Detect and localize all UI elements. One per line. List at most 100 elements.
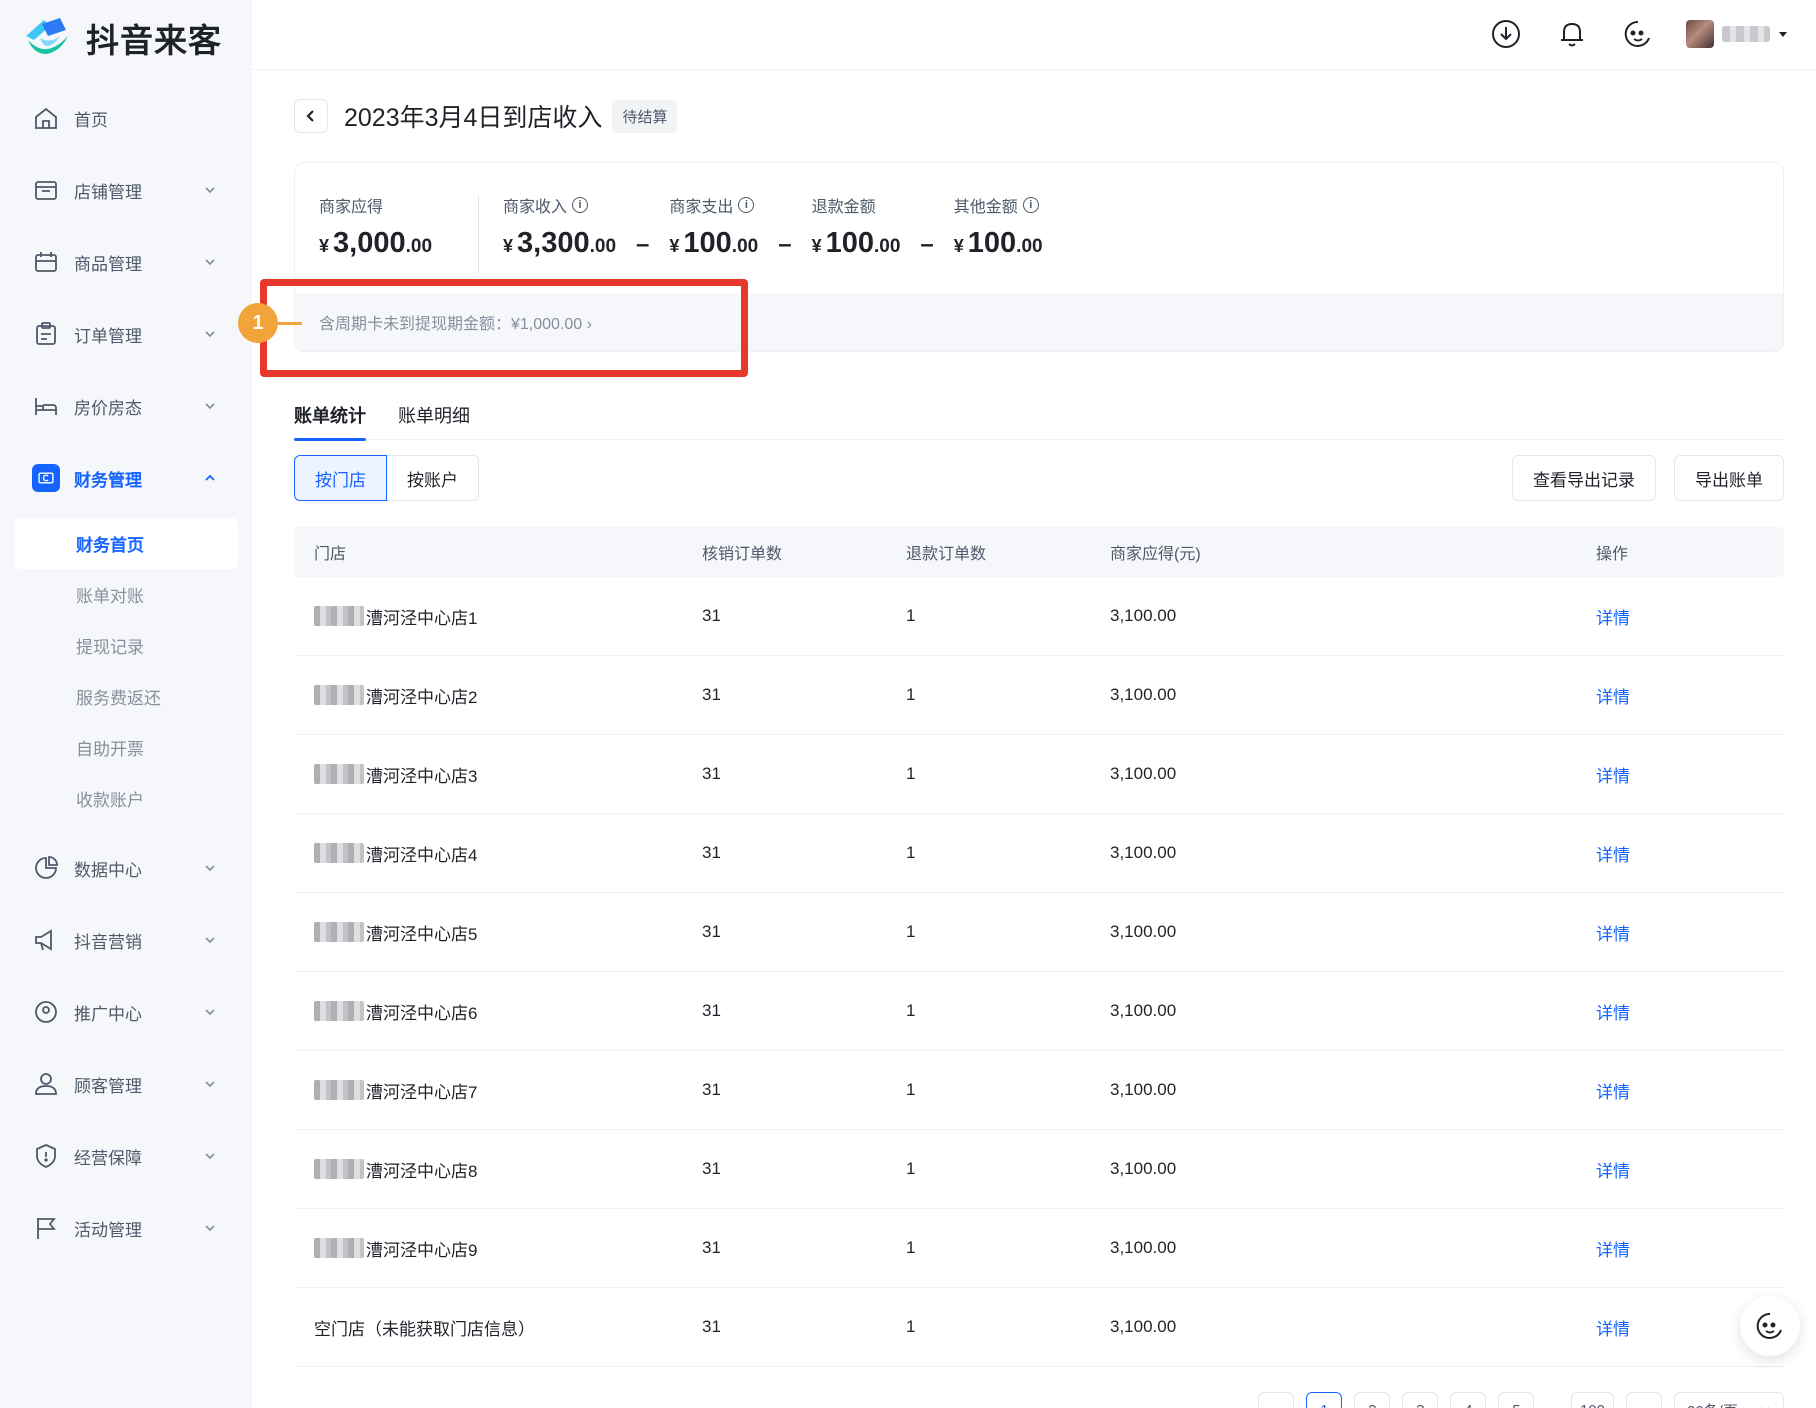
currency-symbol: ¥ [319, 236, 330, 256]
store-name: 空门店（未能获取门店信息） [314, 1319, 535, 1339]
info-icon[interactable]: i [1022, 197, 1039, 213]
details-link[interactable]: 详情 [1596, 688, 1630, 707]
page-size-select[interactable]: 20条/页 [1674, 1392, 1784, 1408]
sidebar-item-activity[interactable]: 活动管理 [0, 1192, 252, 1264]
sidebar-item-home[interactable]: 首页 [0, 82, 252, 154]
sidebar-nav: 首页 店铺管理 商品管理 订单管理 房价房态 财务管理 财务首页 账单对账 提现… [0, 82, 252, 1264]
store-cell: 空门店（未能获取门店信息） [294, 1315, 702, 1340]
metric-label: 商家收入 [503, 199, 568, 216]
chevron-down-icon [205, 937, 215, 944]
details-link[interactable]: 详情 [1596, 925, 1630, 944]
verified-count: 31 [702, 1080, 721, 1099]
column-header: 退款订单数 [906, 546, 987, 563]
user-menu[interactable] [1686, 20, 1788, 48]
finance-subnav: 财务首页 账单对账 提现记录 服务费返还 自助开票 收款账户 [0, 514, 252, 832]
tab-bill-stats[interactable]: 账单统计 [294, 390, 366, 441]
export-bill-button[interactable]: 导出账单 [1674, 455, 1784, 501]
page-size-value: 20条/页 [1687, 1400, 1738, 1408]
subnav-finance-home[interactable]: 财务首页 [14, 518, 238, 569]
metric-label: 商家应得 [319, 199, 384, 216]
merchant-due-amount: 3,100.00 [1110, 606, 1177, 625]
store-name: 漕河泾中心店1 [366, 608, 478, 628]
sidebar-item-marketing[interactable]: 抖音营销 [0, 904, 252, 976]
minus-operator: – [920, 231, 934, 258]
store-name: 漕河泾中心店8 [366, 1161, 478, 1181]
sidebar-item-label: 顾客管理 [74, 1076, 142, 1096]
sidebar-item-customer[interactable]: 顾客管理 [0, 1048, 252, 1120]
store-cell: 漕河泾中心店5 [294, 920, 702, 945]
table-row: 漕河泾中心店4 31 1 3,100.00 详情 [294, 814, 1784, 893]
next-page-button[interactable]: › [1626, 1392, 1662, 1408]
sidebar-item-promotion[interactable]: 推广中心 [0, 976, 252, 1048]
details-link[interactable]: 详情 [1596, 1320, 1630, 1339]
segment-by-store[interactable]: 按门店 [294, 455, 387, 501]
currency-symbol: ¥ [953, 236, 964, 256]
sidebar-item-goods[interactable]: 商品管理 [0, 226, 252, 298]
table-row: 空门店（未能获取门店信息） 31 1 3,100.00 详情 [294, 1288, 1784, 1367]
period-card-pending-link[interactable]: 含周期卡未到提现期金额：¥1,000.00 › [295, 293, 1783, 351]
redacted-store-prefix [314, 922, 364, 942]
back-button[interactable] [294, 99, 328, 133]
logo-icon [26, 18, 68, 54]
store-name: 漕河泾中心店2 [366, 687, 478, 707]
metric-label: 其他金额 [953, 199, 1018, 216]
subnav-withdraw-records[interactable]: 提现记录 [14, 620, 238, 671]
subnav-self-invoice[interactable]: 自助开票 [14, 722, 238, 773]
metric-value-dec: .00 [405, 236, 433, 257]
subnav-payee-account[interactable]: 收款账户 [14, 773, 238, 824]
sidebar-item-data[interactable]: 数据中心 [0, 832, 252, 904]
store-cell: 漕河泾中心店4 [294, 841, 702, 866]
merchant-due-amount: 3,100.00 [1110, 1001, 1177, 1020]
redacted-store-prefix [314, 685, 364, 705]
sidebar: 抖音来客 首页 店铺管理 商品管理 订单管理 房价房态 财务管理 财务首页 账单… [0, 0, 252, 1408]
page-button[interactable]: 5 [1498, 1392, 1535, 1408]
details-link[interactable]: 详情 [1596, 1162, 1630, 1181]
pagination: ‹ 1 2 3 4 5 ... 100 › 20条/页 [1258, 1392, 1784, 1408]
metric-value-dec: .00 [589, 236, 617, 257]
sidebar-item-finance[interactable]: 财务管理 [0, 442, 252, 514]
last-page-button[interactable]: 100 [1570, 1392, 1614, 1408]
subnav-fee-refund[interactable]: 服务费返还 [14, 671, 238, 722]
goods-icon [32, 248, 60, 276]
sidebar-item-label: 订单管理 [74, 326, 142, 346]
details-link[interactable]: 详情 [1596, 1241, 1630, 1260]
store-cell: 漕河泾中心店9 [294, 1236, 702, 1261]
details-link[interactable]: 详情 [1596, 767, 1630, 786]
details-link[interactable]: 详情 [1596, 609, 1630, 628]
table-row: 漕河泾中心店1 31 1 3,100.00 详情 [294, 577, 1784, 656]
subnav-bill-reconcile[interactable]: 账单对账 [14, 569, 238, 620]
sidebar-item-store[interactable]: 店铺管理 [0, 154, 252, 226]
details-link[interactable]: 详情 [1596, 1004, 1630, 1023]
page-button[interactable]: 2 [1354, 1392, 1391, 1408]
bell-icon[interactable] [1554, 16, 1590, 52]
details-link[interactable]: 详情 [1596, 1083, 1630, 1102]
chevron-left-icon [306, 110, 314, 122]
page-button[interactable]: 1 [1306, 1392, 1343, 1408]
floating-help-button[interactable] [1740, 1296, 1800, 1356]
minus-operator: – [636, 231, 650, 258]
pie-chart-icon [32, 854, 60, 882]
page-button[interactable]: 3 [1402, 1392, 1439, 1408]
view-export-records-button[interactable]: 查看导出记录 [1512, 455, 1656, 501]
chevron-down-icon [205, 865, 215, 872]
sidebar-item-label: 店铺管理 [74, 182, 142, 202]
brand-logo[interactable]: 抖音来客 [20, 12, 222, 64]
store-icon [32, 176, 60, 204]
download-icon[interactable] [1488, 16, 1524, 52]
chat-icon[interactable] [1620, 16, 1656, 52]
sidebar-item-assurance[interactable]: 经营保障 [0, 1120, 252, 1192]
verified-count: 31 [702, 606, 721, 625]
sidebar-item-order[interactable]: 订单管理 [0, 298, 252, 370]
details-link[interactable]: 详情 [1596, 846, 1630, 865]
prev-page-button[interactable]: ‹ [1258, 1392, 1295, 1408]
tab-bill-details[interactable]: 账单明细 [398, 390, 470, 440]
sidebar-item-label: 财务管理 [74, 470, 142, 490]
megaphone-icon [32, 926, 60, 954]
metric-merchant-due: 商家应得 ¥3,000.00 [319, 195, 432, 260]
chevron-down-icon [205, 1081, 215, 1088]
segment-by-account[interactable]: 按账户 [387, 455, 479, 501]
info-icon[interactable]: i [738, 197, 755, 213]
info-icon[interactable]: i [572, 197, 589, 213]
page-button[interactable]: 4 [1450, 1392, 1487, 1408]
sidebar-item-room[interactable]: 房价房态 [0, 370, 252, 442]
